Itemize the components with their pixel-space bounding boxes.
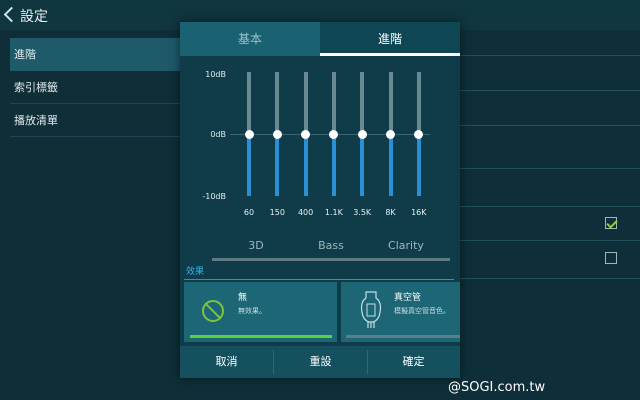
eq-band-frequency: 1.1K — [324, 208, 343, 217]
eq-slider-fill — [247, 134, 251, 196]
effects-divider — [184, 279, 454, 280]
eq-band-frequency: 60 — [243, 208, 255, 217]
eq-band-frequency: 3.5K — [353, 208, 372, 217]
tab-basic[interactable]: 基本 — [180, 22, 320, 56]
db-label-zero: 0dB — [210, 130, 226, 139]
eq-slider-fill — [275, 134, 280, 196]
page-title: 設定 — [20, 9, 48, 25]
eq-slider-knob[interactable] — [386, 129, 395, 139]
eq-slider-knob[interactable] — [244, 129, 254, 139]
eq-slider-fill — [331, 134, 336, 196]
ok-button[interactable]: 確定 — [367, 346, 460, 378]
dialog-actions: 取消 重設 確定 — [180, 346, 460, 378]
sidebar: 進階 索引標籤 播放清單 — [0, 30, 192, 400]
eq-slider-fill — [303, 134, 308, 196]
eq-slider-knob[interactable] — [301, 129, 311, 139]
eq-band-frequency: 8K — [385, 208, 396, 217]
effects-section-label: 效果 — [186, 267, 205, 277]
effect-card-none-title: 無 — [238, 293, 248, 303]
eq-band-frequency: 400 — [297, 208, 314, 217]
eq-slider-fill — [416, 134, 421, 196]
no-effect-icon — [202, 300, 224, 322]
eq-band-frequency: 16K — [411, 208, 427, 217]
sound-effect-dialog: 基本 進階 10dB 0dB -10dB 60 150 400 1.1K 3.5K 8K 1… — [180, 22, 460, 378]
eq-slider-knob[interactable] — [329, 129, 339, 139]
effect-unselected-bar — [346, 335, 460, 338]
equalizer: 10dB 0dB -10dB 60 150 400 1.1K 3.5K 8K 16K — [180, 56, 460, 246]
effect-card-none-desc: 無效果。 — [238, 307, 266, 315]
effect-selected-bar — [190, 335, 332, 338]
tab-advanced[interactable]: 進階 — [320, 22, 460, 56]
setting-checkbox-checked[interactable] — [605, 217, 617, 229]
sidebar-item-advanced[interactable]: 進階 — [10, 38, 182, 71]
eq-slider-fill — [388, 134, 393, 196]
sidebar-item-playlists[interactable]: 播放清單 — [10, 104, 182, 137]
setting-checkbox-unchecked[interactable] — [605, 252, 617, 264]
dialog-tabs: 基本 進階 — [180, 22, 460, 56]
reset-button[interactable]: 重設 — [274, 346, 367, 378]
back-arrow-icon[interactable] — [3, 6, 20, 23]
db-label-max: 10dB — [205, 70, 226, 79]
eq-slider-knob[interactable] — [357, 129, 367, 139]
db-label-min: -10dB — [202, 192, 226, 201]
eq-slider-knob[interactable] — [272, 129, 282, 139]
effect-card-tube-title: 真空管 — [394, 293, 422, 303]
vacuum-tube-icon — [360, 291, 382, 328]
eq-slider-knob[interactable] — [414, 129, 424, 139]
eq-slider-fill — [360, 134, 365, 196]
cancel-button[interactable]: 取消 — [180, 346, 273, 378]
sidebar-item-index-tabs[interactable]: 索引標籤 — [10, 71, 182, 104]
eq-band-frequency: 150 — [269, 208, 285, 217]
effect-tab-clarity[interactable]: Clarity — [362, 236, 450, 261]
effect-card-tube-desc: 模擬真空管音色。 — [394, 307, 450, 315]
watermark: @SOGI.com.tw — [448, 380, 546, 395]
